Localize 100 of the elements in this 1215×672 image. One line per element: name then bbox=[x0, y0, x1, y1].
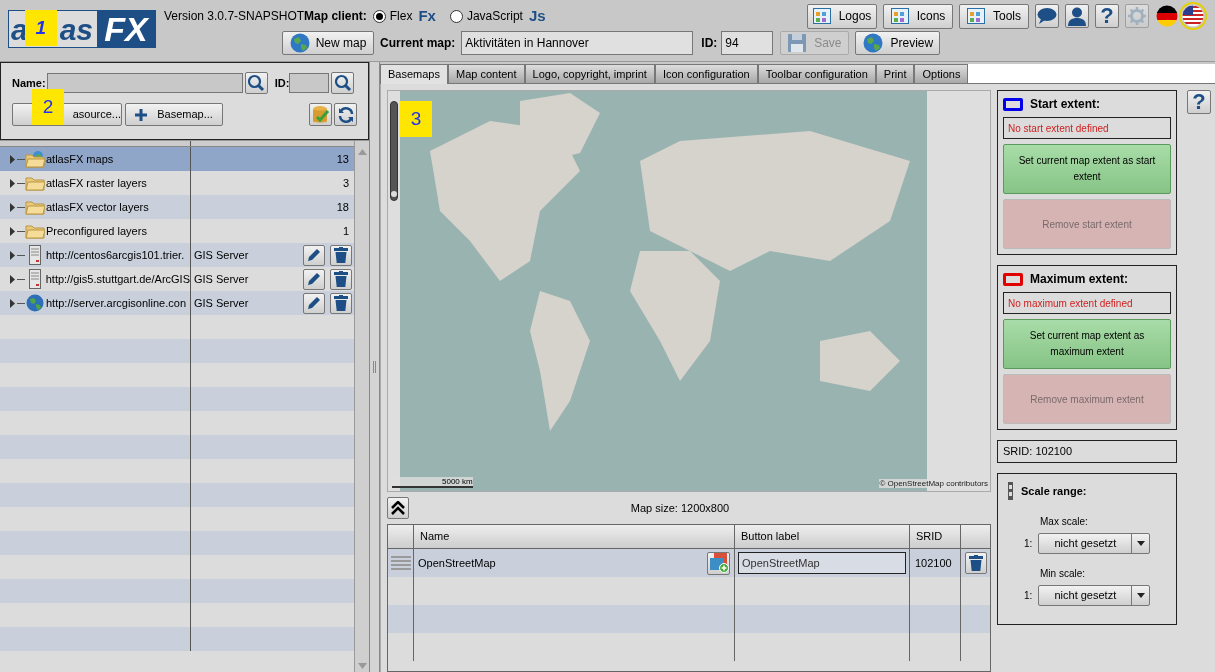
toolbar-button[interactable]: Tools bbox=[959, 3, 1029, 29]
edit-button[interactable] bbox=[303, 268, 325, 290]
zoom-slider[interactable] bbox=[390, 101, 398, 201]
tree-row[interactable]: http://server.arcgisonline.con GIS Server bbox=[0, 291, 354, 315]
id-label: ID: bbox=[274, 75, 290, 91]
map-size-text: Map size: 1200x800 bbox=[629, 500, 731, 516]
toolbar-button[interactable]: Icons bbox=[883, 3, 953, 29]
tab[interactable]: Toolbar configuration bbox=[757, 64, 876, 84]
tab[interactable]: Print bbox=[875, 64, 915, 84]
search-button[interactable] bbox=[244, 72, 268, 94]
tab[interactable]: Icon configuration bbox=[654, 64, 758, 84]
globe-icon bbox=[26, 294, 44, 312]
client-logo-text: Js bbox=[528, 5, 546, 26]
grid-icon bbox=[967, 8, 985, 24]
map-folder-icon bbox=[25, 150, 45, 168]
refresh-button[interactable] bbox=[334, 103, 357, 126]
tree-row[interactable]: atlasFX vector layers 18 bbox=[0, 195, 354, 219]
pencil-icon bbox=[306, 247, 322, 263]
tree-row[interactable]: http://centos6arcgis101.trier. GIS Server bbox=[0, 243, 354, 267]
globe-icon bbox=[862, 33, 883, 53]
service-type: GIS Server bbox=[194, 271, 249, 287]
logo-text: FX bbox=[104, 8, 148, 50]
globe-icon bbox=[289, 33, 310, 53]
id-search-field[interactable] bbox=[289, 73, 330, 93]
delete-button[interactable] bbox=[330, 268, 352, 290]
extent-status: No start extent defined bbox=[1003, 117, 1171, 139]
scroll-up-arrow-icon bbox=[357, 149, 367, 155]
scale-dropdown[interactable]: nicht gesetzt bbox=[1038, 533, 1151, 554]
trash-icon bbox=[334, 295, 348, 311]
scale-dropdown[interactable]: nicht gesetzt bbox=[1038, 585, 1151, 606]
scale-label: Min scale: bbox=[1040, 567, 1086, 581]
column-header[interactable]: SRID bbox=[910, 525, 961, 548]
id-field[interactable]: 94 bbox=[721, 31, 774, 55]
search-icon bbox=[333, 74, 352, 92]
logo-text: as bbox=[59, 11, 94, 48]
tab[interactable]: Logo, copyright, imprint bbox=[524, 64, 655, 84]
tab[interactable]: Basemaps bbox=[380, 64, 448, 84]
zoom-slider-thumb[interactable] bbox=[391, 191, 397, 198]
tree-item-name: atlasFX raster layers bbox=[46, 175, 147, 191]
expand-arrow-icon bbox=[10, 202, 15, 212]
language-flag-button[interactable] bbox=[1155, 4, 1179, 28]
pencil-icon bbox=[306, 271, 322, 287]
current-map-label: Current map: bbox=[380, 35, 456, 52]
radio-option[interactable]: Flex bbox=[372, 7, 413, 25]
database-button[interactable] bbox=[309, 103, 332, 126]
edit-button[interactable] bbox=[303, 244, 325, 266]
delete-button[interactable] bbox=[330, 244, 352, 266]
srid-text: SRID: 102100 bbox=[997, 440, 1177, 463]
delete-button[interactable] bbox=[964, 552, 987, 574]
chat-button[interactable] bbox=[1035, 4, 1059, 28]
expand-arrow-icon bbox=[10, 274, 15, 284]
help-button[interactable]: ? bbox=[1095, 4, 1119, 28]
toolbar-button[interactable]: Logos bbox=[807, 3, 877, 29]
server-icon bbox=[28, 269, 41, 289]
column-header[interactable]: Name bbox=[414, 525, 735, 548]
delete-button[interactable] bbox=[330, 292, 352, 314]
trash-icon bbox=[334, 247, 348, 263]
language-flag-button[interactable] bbox=[1181, 4, 1205, 28]
help-button[interactable]: ? bbox=[1187, 90, 1211, 114]
search-button[interactable] bbox=[331, 72, 355, 94]
tab[interactable]: Map content bbox=[448, 64, 525, 84]
new-map-button[interactable]: New map bbox=[282, 31, 374, 55]
folder-icon bbox=[25, 199, 45, 215]
layers-add-icon bbox=[708, 553, 729, 573]
tree-item-name: http://gis5.stuttgart.de/ArcGIS bbox=[45, 271, 190, 287]
folder-icon bbox=[25, 223, 45, 239]
map-attribution: © OpenStreetMap contributors bbox=[879, 479, 988, 488]
caret-icon bbox=[1136, 541, 1145, 546]
client-logo-text: Fx bbox=[418, 5, 436, 26]
user-button[interactable] bbox=[1065, 4, 1089, 28]
edit-button[interactable] bbox=[303, 292, 325, 314]
server-icon bbox=[29, 245, 41, 265]
add-layer-button[interactable] bbox=[707, 551, 730, 575]
tree-item-name: atlasFX vector layers bbox=[46, 199, 149, 215]
set-extent-button[interactable]: Set current map extent as start extent bbox=[1003, 144, 1171, 194]
tree-item-name: http://centos6arcgis101.trier. bbox=[46, 247, 185, 263]
tree-item-name: Preconfigured layers bbox=[46, 223, 147, 239]
name-search-field[interactable] bbox=[46, 73, 243, 93]
pencil-icon bbox=[306, 295, 322, 311]
service-type: GIS Server bbox=[194, 295, 249, 311]
tab[interactable]: Options bbox=[914, 64, 969, 84]
trash-icon bbox=[968, 555, 983, 571]
current-map-field[interactable]: Aktivitäten in Hannover bbox=[461, 31, 694, 55]
tree-row[interactable]: atlasFX maps 13 bbox=[0, 147, 354, 171]
add-button[interactable]: Basemap... bbox=[125, 103, 223, 126]
scroll-down-arrow-icon bbox=[357, 663, 367, 669]
button-label-field[interactable]: OpenStreetMap bbox=[738, 552, 906, 574]
grid-icon bbox=[812, 8, 831, 24]
scale-label: Max scale: bbox=[1040, 515, 1089, 529]
preview-button[interactable]: Preview bbox=[855, 31, 941, 55]
collapse-button[interactable] bbox=[387, 497, 409, 519]
set-extent-button[interactable]: Set current map extent as maximum extent bbox=[1003, 319, 1171, 369]
scrollbar[interactable] bbox=[354, 141, 369, 672]
speech-bubble-icon bbox=[1037, 7, 1057, 25]
radio-option[interactable]: JavaScript bbox=[449, 7, 523, 25]
column-header[interactable]: Button label bbox=[735, 525, 910, 548]
grid-icon bbox=[890, 8, 909, 24]
scale-prefix: 1: bbox=[1024, 537, 1033, 551]
database-check-icon bbox=[311, 104, 330, 125]
plus-icon bbox=[135, 108, 148, 121]
